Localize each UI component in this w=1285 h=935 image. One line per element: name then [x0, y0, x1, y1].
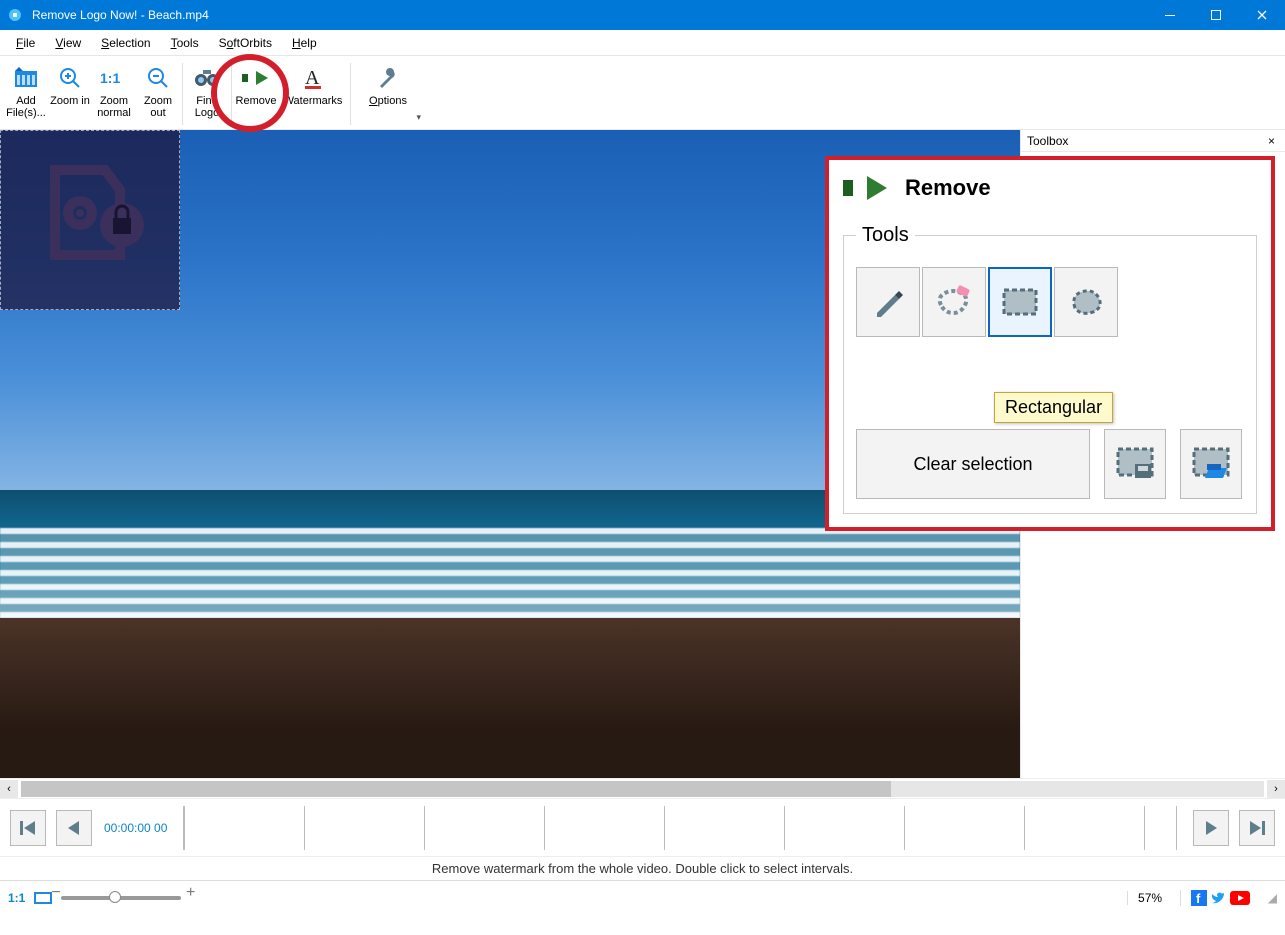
open-selection-icon: [1191, 446, 1231, 482]
playback-bar: 00:00:00 00: [0, 798, 1285, 856]
fit-screen-icon[interactable]: [33, 891, 53, 905]
timeline[interactable]: [183, 806, 1177, 850]
remove-button[interactable]: Remove: [234, 59, 278, 129]
app-icon: [6, 6, 24, 24]
zoom-minus-icon[interactable]: −: [51, 884, 60, 902]
dropdown-arrow-icon[interactable]: ▾: [416, 112, 421, 123]
next-frame-button[interactable]: [1193, 810, 1229, 846]
svg-text:f: f: [1196, 891, 1201, 906]
go-start-button[interactable]: [10, 810, 46, 846]
remove-label: Remove: [236, 95, 277, 107]
close-button[interactable]: [1239, 0, 1285, 30]
remove-panel: Remove Tools Rectangular Clear selection: [825, 156, 1275, 531]
scroll-left-button[interactable]: ‹: [0, 780, 18, 798]
rectangle-select-icon: [1001, 287, 1039, 317]
options-button[interactable]: Options ▾ Options: [353, 59, 423, 129]
zoom-out-button[interactable]: Zoom out: [136, 59, 180, 129]
title-bar: Remove Logo Now! - Beach.mp4: [0, 0, 1285, 30]
resize-grip-icon[interactable]: ◢: [1268, 891, 1277, 905]
eraser-icon: [935, 285, 973, 319]
menu-help[interactable]: Help: [282, 33, 327, 53]
zoom-in-button[interactable]: Zoom in: [48, 59, 92, 129]
rectangular-tool[interactable]: [988, 267, 1052, 337]
scroll-right-button[interactable]: ›: [1267, 780, 1285, 798]
menu-bar: FFileile View Selection Tools SoftOrbits…: [0, 30, 1285, 56]
tools-legend: Tools: [856, 224, 915, 247]
svg-text:A: A: [305, 67, 320, 89]
remove-arrow-icon: [242, 63, 270, 93]
timecode: 00:00:00 00: [104, 821, 167, 835]
pencil-tool[interactable]: [856, 267, 920, 337]
minimize-button[interactable]: [1147, 0, 1193, 30]
watermark-lock-icon: [25, 155, 155, 285]
zoom-percent: 57%: [1127, 891, 1172, 905]
window-title: Remove Logo Now! - Beach.mp4: [30, 8, 1147, 22]
zoom-slider-knob[interactable]: [109, 891, 121, 903]
binoculars-icon: [193, 63, 221, 93]
options-label: Options: [369, 95, 407, 107]
eraser-tool[interactable]: [922, 267, 986, 337]
zoom-in-icon: [58, 63, 82, 93]
zoom-in-label: Zoom in: [50, 95, 90, 107]
zoom-normal-label: Zoom normal: [92, 95, 136, 119]
youtube-icon[interactable]: [1230, 891, 1250, 905]
find-logo-label: Find Logo: [185, 95, 229, 119]
remove-panel-icon: [843, 170, 891, 206]
scroll-thumb[interactable]: [21, 781, 891, 797]
pencil-icon: [871, 285, 905, 319]
facebook-icon[interactable]: f: [1191, 890, 1207, 906]
zoom-ratio[interactable]: 1:1: [8, 891, 25, 905]
tool-tooltip: Rectangular: [994, 392, 1113, 423]
twitter-icon[interactable]: [1210, 890, 1226, 906]
add-files-button[interactable]: Add File(s)...: [4, 59, 48, 129]
zoom-slider[interactable]: − +: [61, 896, 181, 900]
menu-file[interactable]: FFileile: [6, 33, 45, 53]
open-selection-button[interactable]: [1180, 429, 1242, 499]
toolbox-close-button[interactable]: ×: [1264, 134, 1279, 148]
maximize-button[interactable]: [1193, 0, 1239, 30]
watermarks-button[interactable]: A Watermarks: [278, 59, 348, 129]
wrench-icon: [376, 63, 400, 93]
menu-softorbits[interactable]: SoftOrbits: [209, 33, 282, 53]
hint-bar: Remove watermark from the whole video. D…: [0, 856, 1285, 880]
clear-selection-button[interactable]: Clear selection: [856, 429, 1090, 499]
freeform-tool[interactable]: [1054, 267, 1118, 337]
toolbar: Add File(s)... Zoom in 1:1 Zoom normal Z…: [0, 56, 1285, 130]
hint-text: Remove watermark from the whole video. D…: [432, 861, 853, 876]
logo-selection-overlay[interactable]: [0, 130, 180, 310]
watermarks-icon: A: [303, 63, 323, 93]
menu-view[interactable]: View: [45, 33, 91, 53]
zoom-normal-button[interactable]: 1:1 Zoom normal: [92, 59, 136, 129]
toolbox-title: Toolbox: [1027, 134, 1068, 148]
menu-tools[interactable]: Tools: [161, 33, 209, 53]
save-selection-icon: [1115, 446, 1155, 482]
go-end-button[interactable]: [1239, 810, 1275, 846]
menu-selection[interactable]: Selection: [91, 33, 160, 53]
find-logo-button[interactable]: Find Logo: [185, 59, 229, 129]
zoom-out-icon: [146, 63, 170, 93]
canvas-scrollbar[interactable]: ‹ ›: [0, 778, 1285, 798]
save-selection-button[interactable]: [1104, 429, 1166, 499]
watermarks-label: Watermarks: [284, 95, 343, 107]
zoom-normal-icon: 1:1: [100, 63, 128, 93]
add-files-label: Add File(s)...: [4, 95, 48, 119]
prev-frame-button[interactable]: [56, 810, 92, 846]
add-files-icon: [13, 63, 39, 93]
zoom-out-label: Zoom out: [136, 95, 180, 119]
svg-text:1:1: 1:1: [100, 70, 120, 86]
zoom-plus-icon[interactable]: +: [186, 884, 195, 902]
status-bar: 1:1 − + 57% f ◢: [0, 880, 1285, 914]
remove-panel-heading: Remove: [905, 175, 991, 201]
freeform-icon: [1067, 286, 1105, 318]
